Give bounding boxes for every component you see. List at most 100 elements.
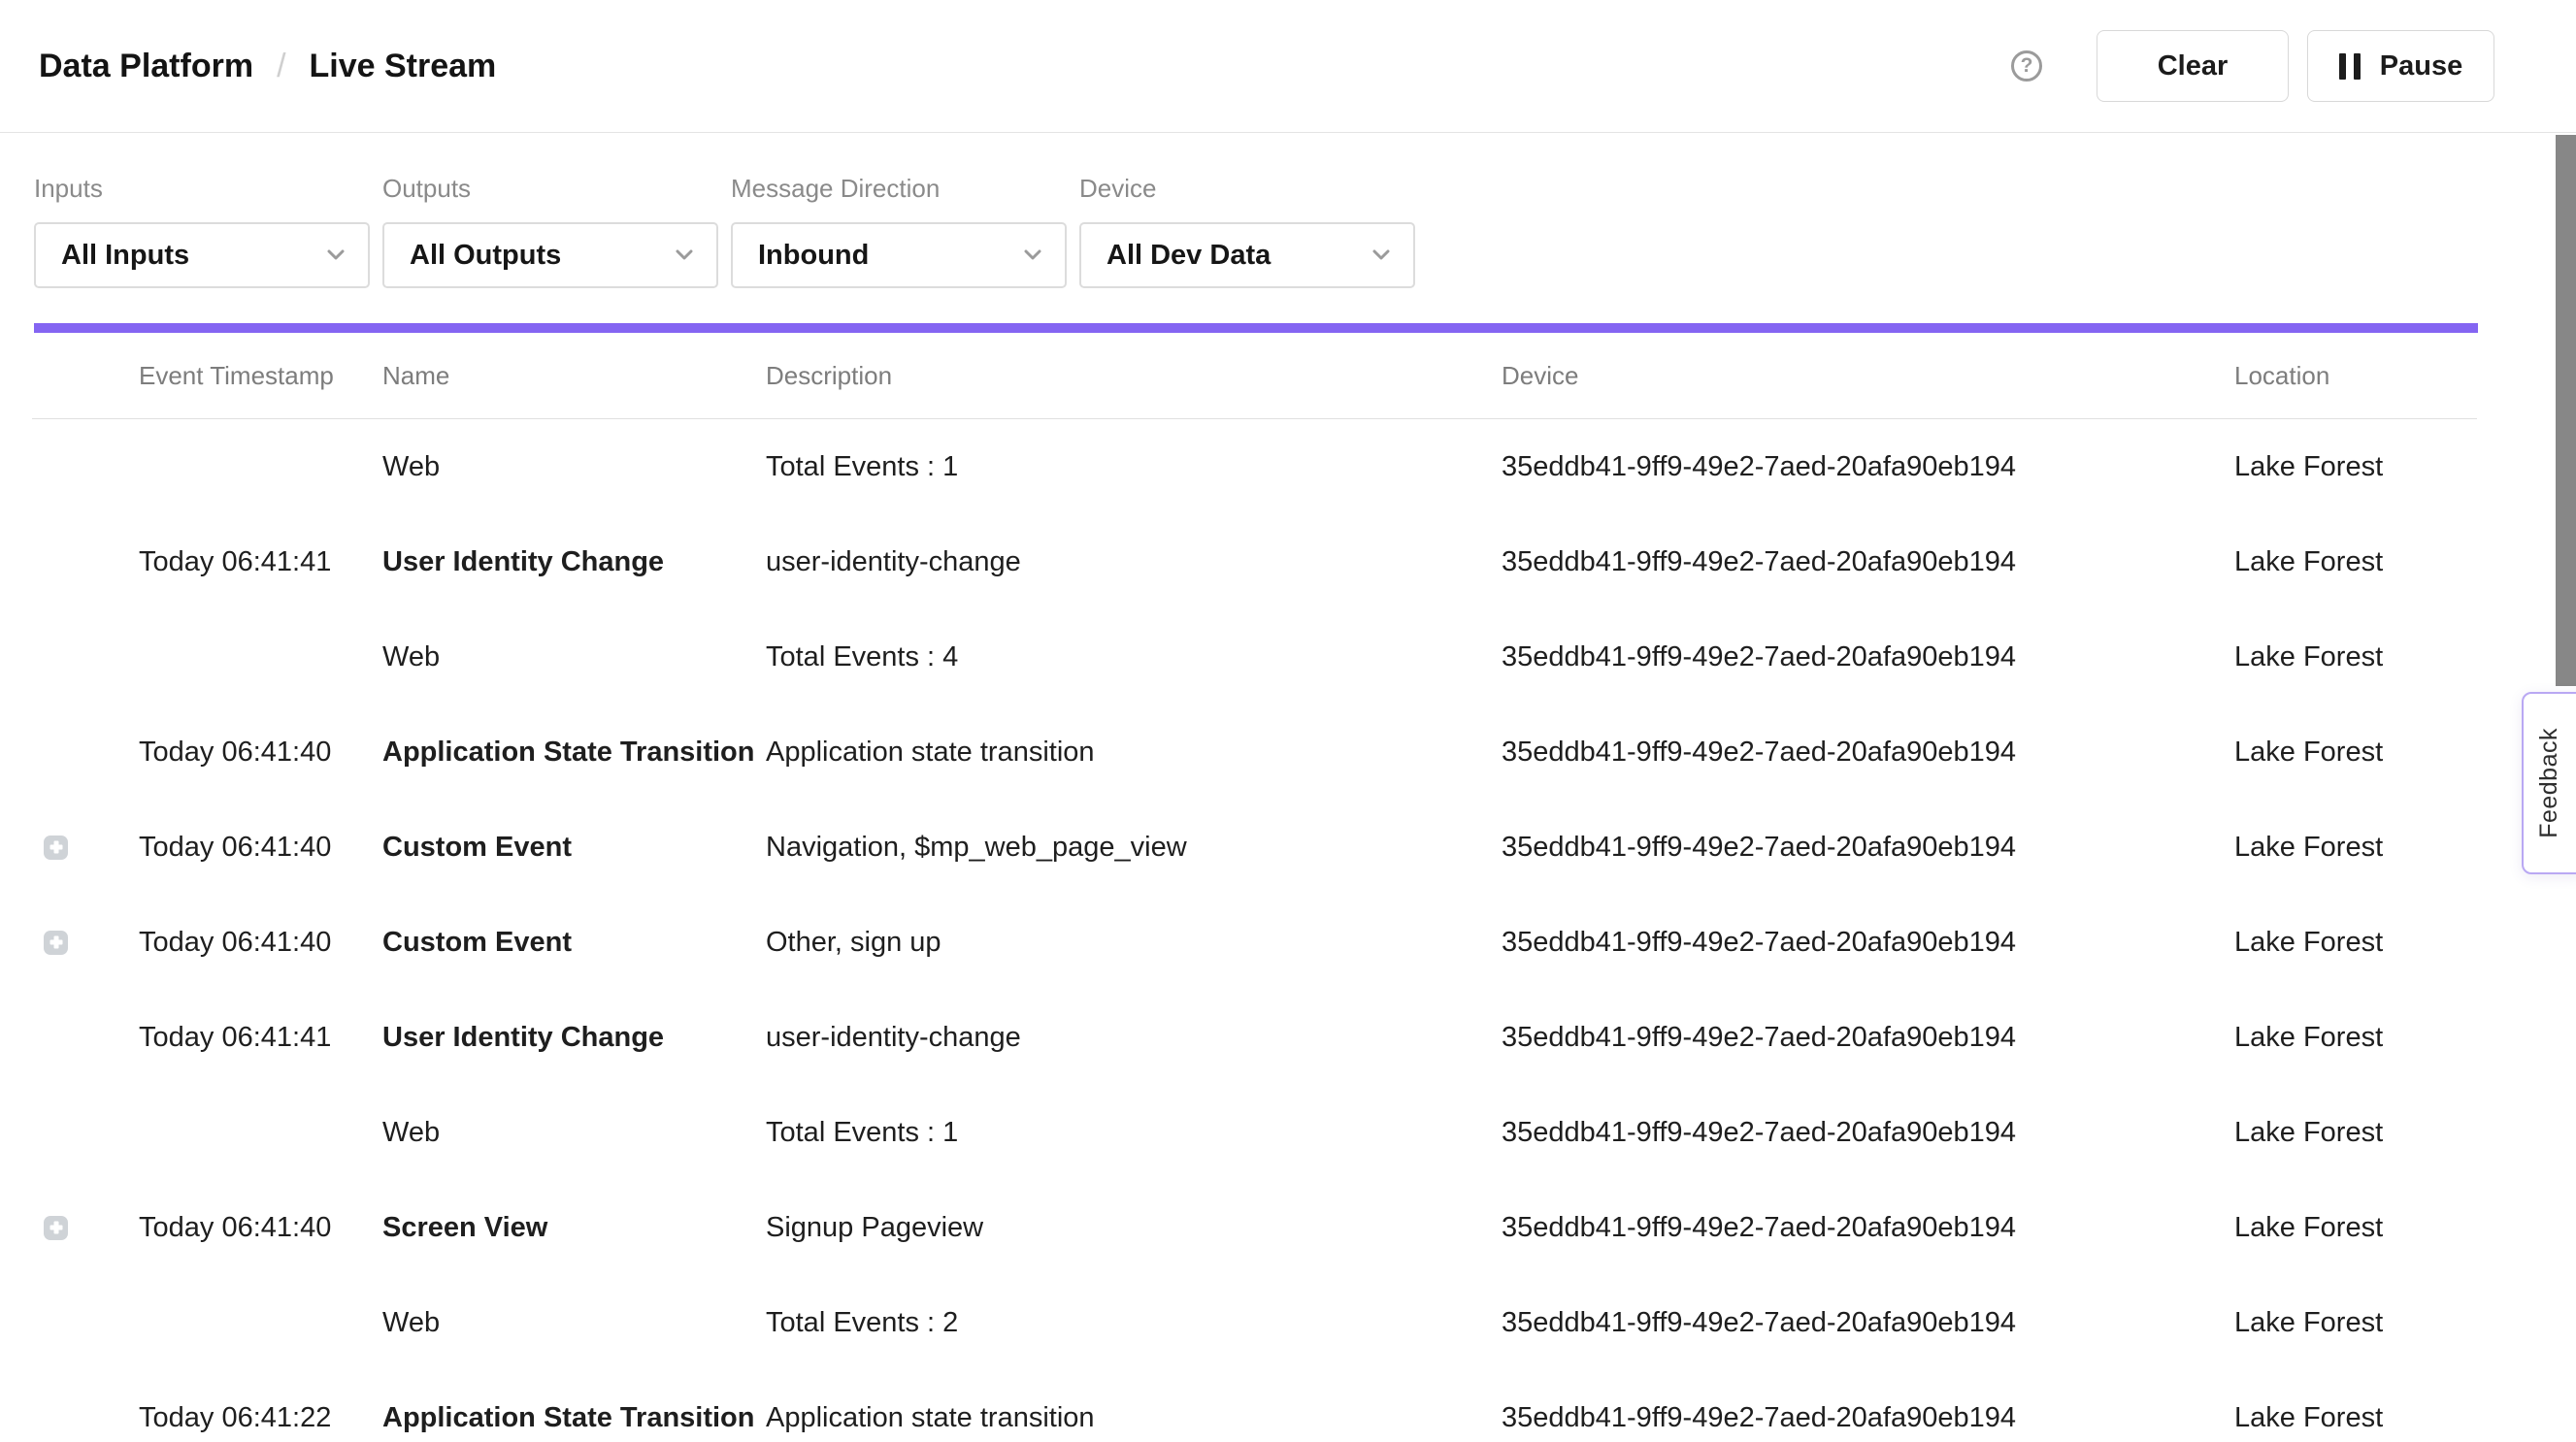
expand-cell xyxy=(32,836,139,860)
feedback-tab-label: Feedback xyxy=(2535,728,2563,838)
cell-name: Web xyxy=(382,451,766,483)
table-row[interactable]: Today 06:41:40 Custom Event Other, sign … xyxy=(32,895,2477,990)
header-event-timestamp: Event Timestamp xyxy=(139,361,382,391)
cell-name: User Identity Change xyxy=(382,546,766,578)
cell-location: Lake Forest xyxy=(2234,927,2477,959)
table-row[interactable]: Today 06:41:22 Application State Transit… xyxy=(32,1370,2477,1442)
table-row[interactable]: Today 06:41:41 User Identity Change user… xyxy=(32,990,2477,1085)
cell-device: 35eddb41-9ff9-49e2-7aed-20afa90eb194 xyxy=(1502,1402,2234,1434)
filter-inputs-select[interactable]: All Inputs xyxy=(34,222,370,288)
cell-description: user-identity-change xyxy=(766,546,1502,578)
cell-description: Application state transition xyxy=(766,1402,1502,1434)
expand-plus-icon[interactable] xyxy=(44,836,68,860)
clear-button[interactable]: Clear xyxy=(2097,30,2289,102)
cell-description: Signup Pageview xyxy=(766,1212,1502,1244)
expand-cell xyxy=(32,931,139,955)
cell-event-timestamp: Today 06:41:41 xyxy=(139,1022,382,1054)
cell-location: Lake Forest xyxy=(2234,1117,2477,1149)
header-location: Location xyxy=(2234,361,2477,391)
header-description: Description xyxy=(766,361,1502,391)
cell-name: Web xyxy=(382,1307,766,1339)
table-row[interactable]: Web Total Events : 4 35eddb41-9ff9-49e2-… xyxy=(32,609,2477,705)
live-stream-page: Data Platform / Live Stream ? Clear Paus… xyxy=(0,0,2576,1442)
scrollbar-thumb[interactable] xyxy=(2556,135,2576,686)
cell-name: Web xyxy=(382,641,766,673)
expand-plus-icon[interactable] xyxy=(44,931,68,955)
cell-description: Total Events : 1 xyxy=(766,1117,1502,1149)
filter-device-label: Device xyxy=(1079,174,1415,204)
expand-plus-icon[interactable] xyxy=(44,1216,68,1240)
cell-description: Total Events : 4 xyxy=(766,641,1502,673)
header-device: Device xyxy=(1502,361,2234,391)
cell-event-timestamp: Today 06:41:40 xyxy=(139,1212,382,1244)
cell-location: Lake Forest xyxy=(2234,1307,2477,1339)
filter-inputs-value: All Inputs xyxy=(61,240,189,272)
table-row[interactable]: Today 06:41:41 User Identity Change user… xyxy=(32,514,2477,609)
header-name: Name xyxy=(382,361,766,391)
help-icon[interactable]: ? xyxy=(2011,50,2042,82)
filter-outputs-value: All Outputs xyxy=(410,240,561,272)
cell-device: 35eddb41-9ff9-49e2-7aed-20afa90eb194 xyxy=(1502,737,2234,769)
table-row[interactable]: Today 06:41:40 Application State Transit… xyxy=(32,705,2477,800)
cell-description: Total Events : 2 xyxy=(766,1307,1502,1339)
breadcrumb-separator: / xyxy=(277,48,285,85)
filter-outputs-select[interactable]: All Outputs xyxy=(382,222,718,288)
filter-device-value: All Dev Data xyxy=(1106,240,1271,272)
cell-device: 35eddb41-9ff9-49e2-7aed-20afa90eb194 xyxy=(1502,641,2234,673)
filter-message-direction-value: Inbound xyxy=(758,240,869,272)
cell-device: 35eddb41-9ff9-49e2-7aed-20afa90eb194 xyxy=(1502,451,2234,483)
breadcrumb-data-platform[interactable]: Data Platform xyxy=(39,48,253,85)
table-row[interactable]: Web Total Events : 1 35eddb41-9ff9-49e2-… xyxy=(32,419,2477,514)
cell-name: User Identity Change xyxy=(382,1022,766,1054)
filter-message-direction: Message Direction Inbound xyxy=(731,174,1067,288)
cell-event-timestamp: Today 06:41:40 xyxy=(139,832,382,864)
cell-location: Lake Forest xyxy=(2234,1212,2477,1244)
cell-location: Lake Forest xyxy=(2234,451,2477,483)
filter-device-select[interactable]: All Dev Data xyxy=(1079,222,1415,288)
cell-device: 35eddb41-9ff9-49e2-7aed-20afa90eb194 xyxy=(1502,1117,2234,1149)
cell-location: Lake Forest xyxy=(2234,641,2477,673)
cell-device: 35eddb41-9ff9-49e2-7aed-20afa90eb194 xyxy=(1502,832,2234,864)
cell-event-timestamp: Today 06:41:41 xyxy=(139,546,382,578)
cell-name: Web xyxy=(382,1117,766,1149)
cell-device: 35eddb41-9ff9-49e2-7aed-20afa90eb194 xyxy=(1502,927,2234,959)
cell-description: Total Events : 1 xyxy=(766,451,1502,483)
top-bar: Data Platform / Live Stream ? Clear Paus… xyxy=(0,0,2576,133)
expand-cell xyxy=(32,1216,139,1240)
table-row[interactable]: Today 06:41:40 Screen View Signup Pagevi… xyxy=(32,1180,2477,1275)
breadcrumb-live-stream: Live Stream xyxy=(310,48,497,85)
cell-description: Application state transition xyxy=(766,737,1502,769)
pause-button-label: Pause xyxy=(2380,50,2462,82)
cell-event-timestamp: Today 06:41:40 xyxy=(139,927,382,959)
table-row[interactable]: Today 06:41:40 Custom Event Navigation, … xyxy=(32,800,2477,895)
pause-button[interactable]: Pause xyxy=(2307,30,2494,102)
filter-message-direction-label: Message Direction xyxy=(731,174,1067,204)
filter-message-direction-select[interactable]: Inbound xyxy=(731,222,1067,288)
cell-name: Application State Transition xyxy=(382,1402,766,1434)
filter-inputs: Inputs All Inputs xyxy=(34,174,370,288)
cell-event-timestamp: Today 06:41:22 xyxy=(139,1402,382,1434)
cell-device: 35eddb41-9ff9-49e2-7aed-20afa90eb194 xyxy=(1502,1022,2234,1054)
accent-bar xyxy=(34,323,2478,333)
chevron-down-icon xyxy=(327,249,345,261)
chevron-down-icon xyxy=(1372,249,1390,261)
feedback-tab[interactable]: Feedback xyxy=(2522,692,2576,874)
filter-inputs-label: Inputs xyxy=(34,174,370,204)
cell-description: Navigation, $mp_web_page_view xyxy=(766,832,1502,864)
filter-outputs: Outputs All Outputs xyxy=(382,174,718,288)
cell-location: Lake Forest xyxy=(2234,546,2477,578)
events-table: Event Timestamp Name Description Device … xyxy=(32,333,2477,1442)
chevron-down-icon xyxy=(1024,249,1041,261)
table-header: Event Timestamp Name Description Device … xyxy=(32,333,2477,419)
filter-bar: Inputs All Inputs Outputs All Outputs Me… xyxy=(0,133,2576,288)
pause-icon xyxy=(2339,53,2361,80)
cell-description: Other, sign up xyxy=(766,927,1502,959)
table-row[interactable]: Web Total Events : 1 35eddb41-9ff9-49e2-… xyxy=(32,1085,2477,1180)
table-body: Web Total Events : 1 35eddb41-9ff9-49e2-… xyxy=(32,419,2477,1442)
cell-location: Lake Forest xyxy=(2234,737,2477,769)
filter-outputs-label: Outputs xyxy=(382,174,718,204)
cell-device: 35eddb41-9ff9-49e2-7aed-20afa90eb194 xyxy=(1502,546,2234,578)
cell-location: Lake Forest xyxy=(2234,1022,2477,1054)
table-row[interactable]: Web Total Events : 2 35eddb41-9ff9-49e2-… xyxy=(32,1275,2477,1370)
cell-name: Application State Transition xyxy=(382,737,766,769)
